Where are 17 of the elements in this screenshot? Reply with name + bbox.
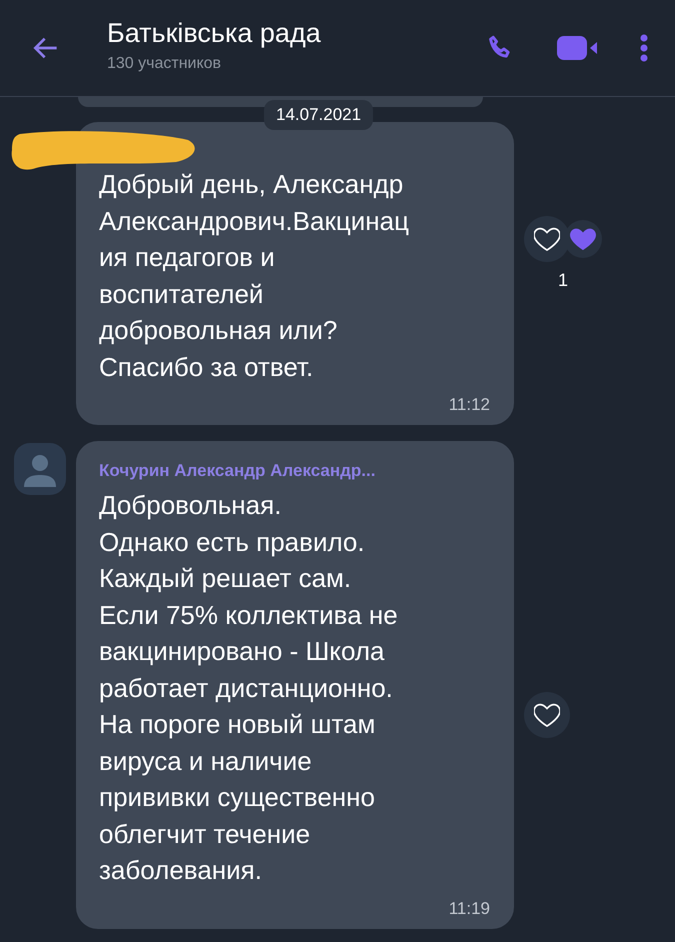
more-options-icon[interactable] — [639, 33, 649, 63]
member-count: 130 участников — [107, 54, 222, 72]
avatar-icon[interactable] — [14, 443, 66, 495]
heart-icon — [534, 702, 560, 727]
reaction-count: 1 — [558, 270, 568, 291]
message-time: 11:19 — [448, 898, 490, 918]
chat-title: Батьківська рада — [107, 18, 322, 48]
like-button[interactable] — [524, 216, 570, 262]
heart-icon — [534, 227, 560, 251]
heart-icon — [570, 227, 596, 251]
video-camera-icon[interactable] — [555, 34, 599, 62]
message-text: Добровольная. Однако есть правило. Каждый решает сам. Если 75% коллектива не вакцинировано - Школа работает дистанционно. На пороге новый штам вируса и наличие прививки существенно облегчит течение заболевания. — [99, 489, 399, 887]
message-time: 11:12 — [448, 395, 490, 415]
sender-name: Кочурин Александр Александр... — [99, 461, 376, 481]
like-button[interactable] — [524, 692, 570, 738]
date-label: 14.07.2021 — [264, 100, 374, 130]
message-text: Добрый день, Александр Александрович.Вакцинац ия педагогов и воспитателей добровольная или? Спасибо за ответ. — [99, 168, 410, 384]
